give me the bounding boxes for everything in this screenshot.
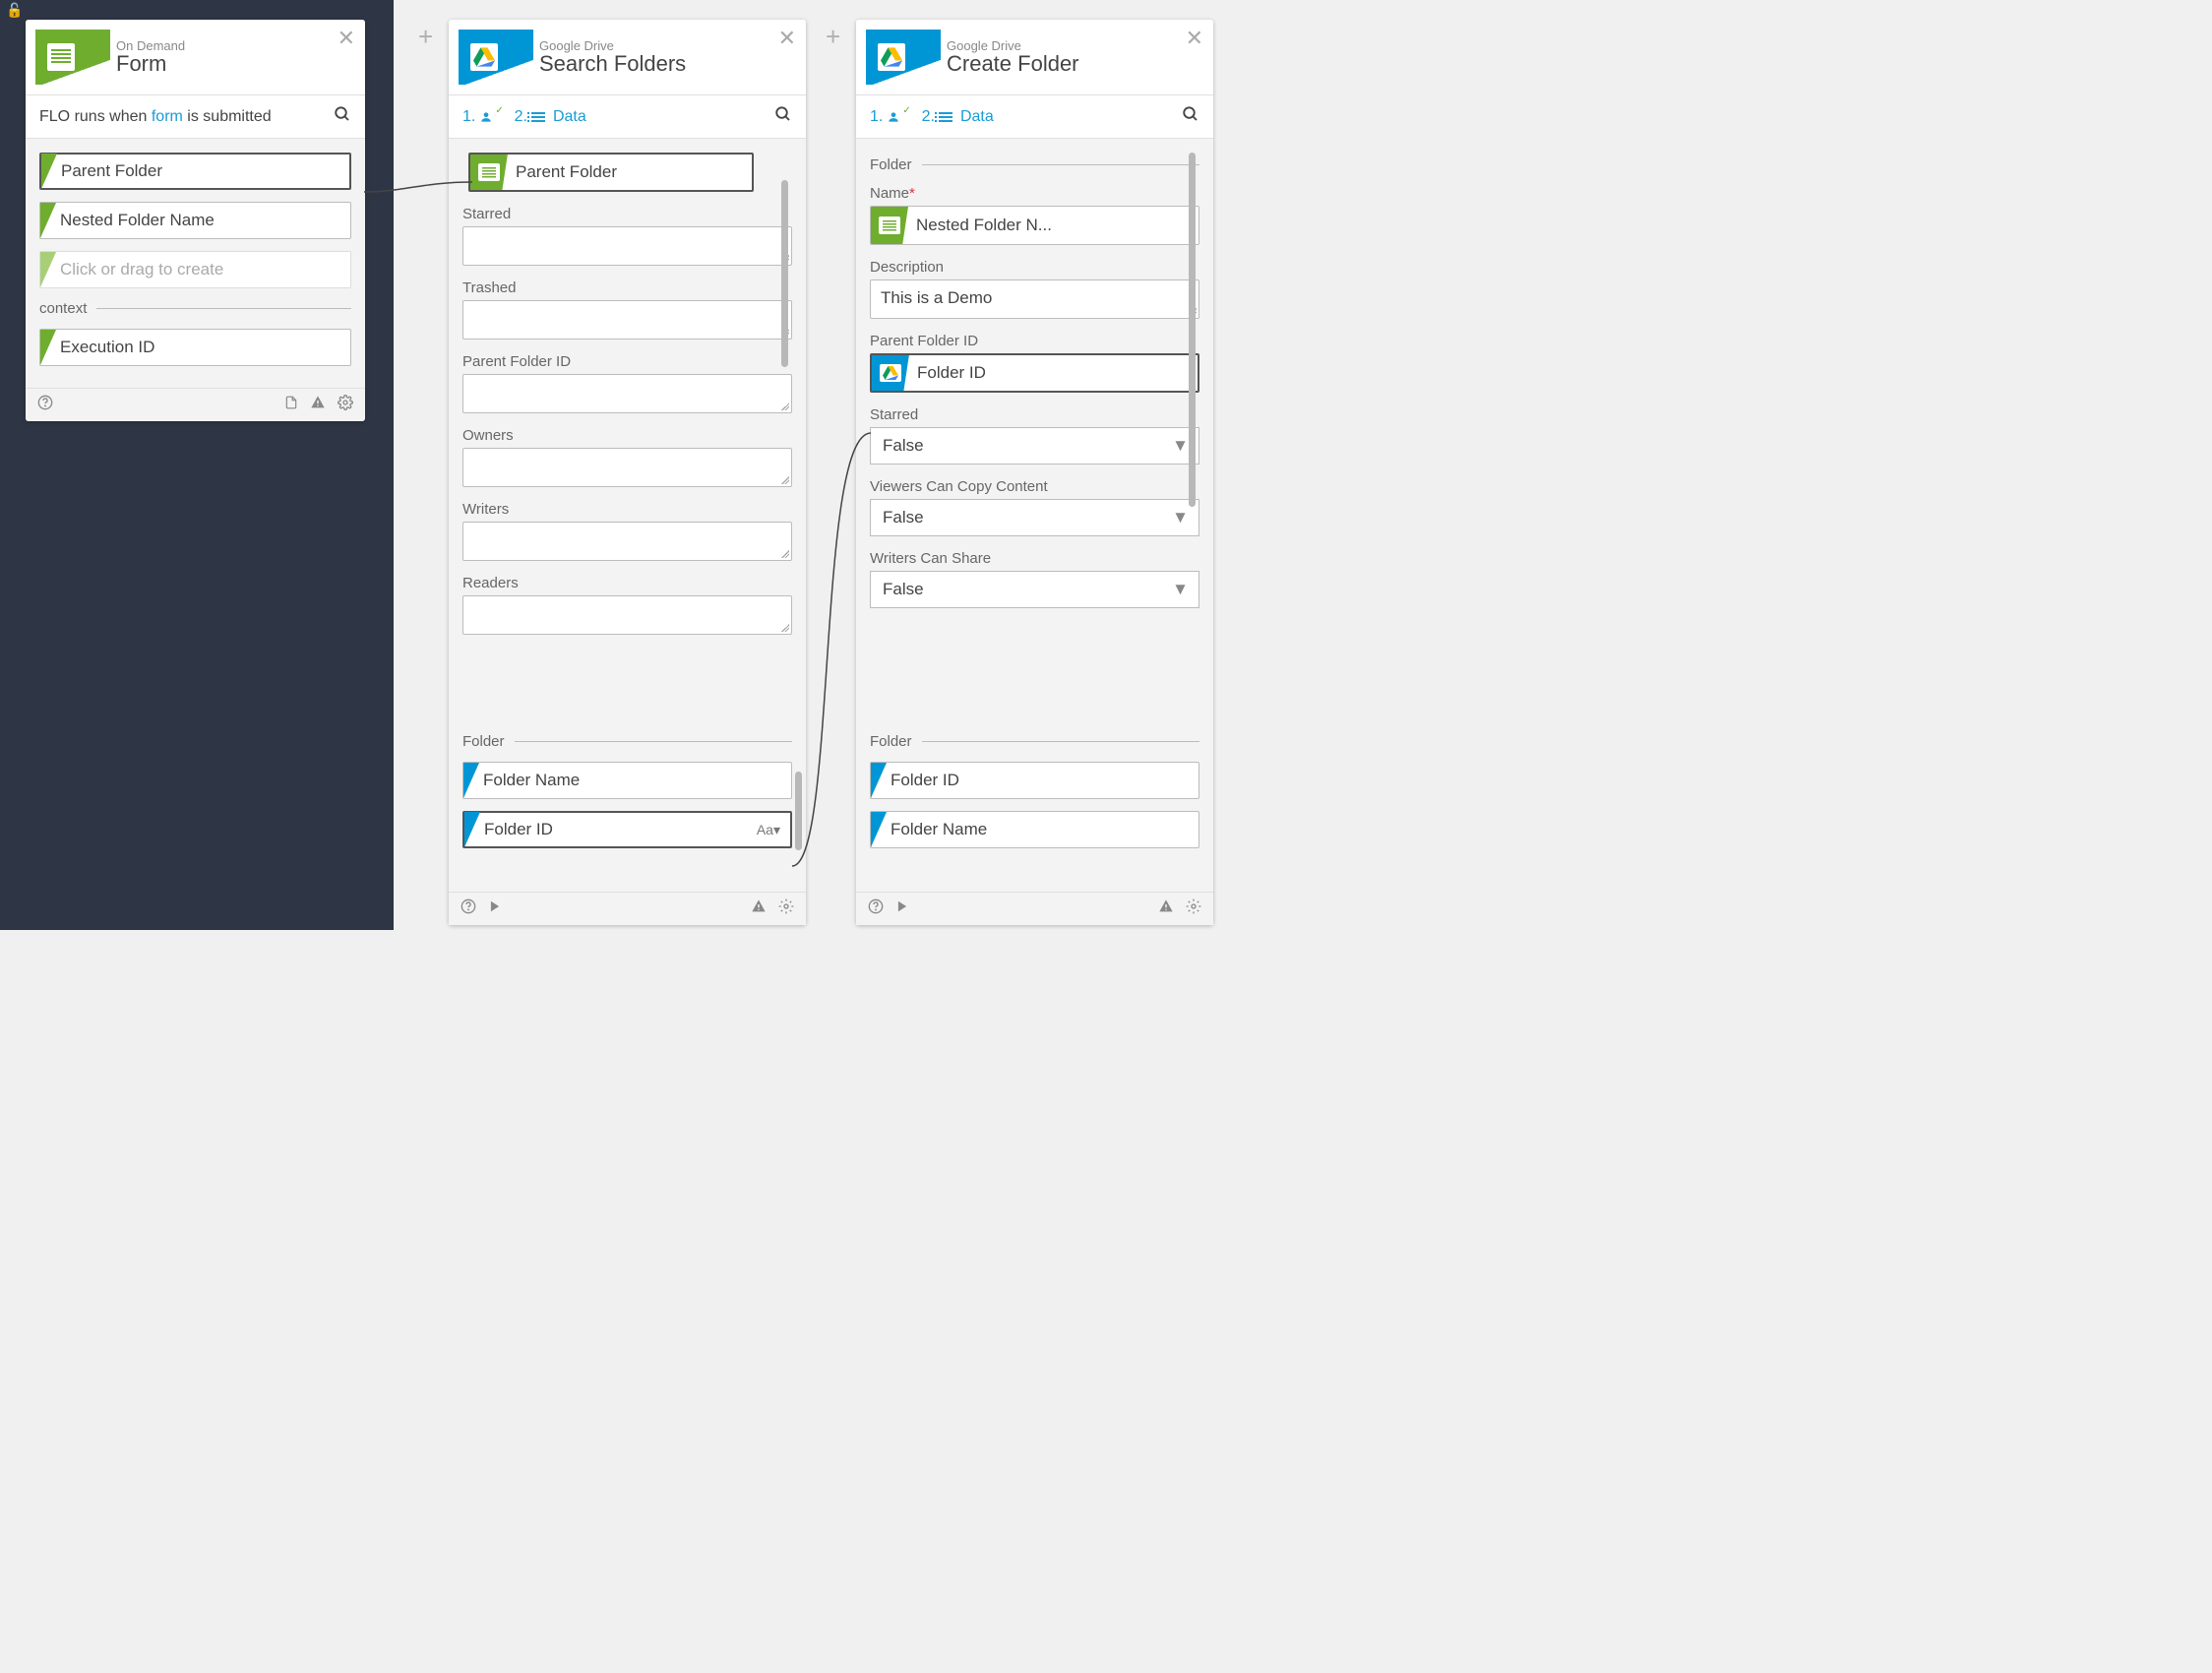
viewers-select[interactable]: False▼ <box>870 499 1199 536</box>
output-field[interactable]: Folder ID Aa▾ <box>462 811 792 848</box>
input-label: Name* <box>870 185 1199 202</box>
writers-input[interactable] <box>462 522 792 561</box>
tab-step-2[interactable]: 2. Data <box>515 108 586 126</box>
input-label: Writers <box>462 501 792 518</box>
gear-icon[interactable] <box>1186 898 1201 919</box>
field-label: Folder Name <box>887 820 987 839</box>
tabs-row: 1. ✓ 2. Data <box>856 95 1213 139</box>
input-label: Viewers Can Copy Content <box>870 478 1199 495</box>
scrollbar-thumb[interactable] <box>795 772 802 850</box>
add-card-button[interactable]: + <box>826 22 840 52</box>
tabs-row: 1. ✓ 2. Data <box>449 95 806 139</box>
input-label: Readers <box>462 575 792 591</box>
parent-folder-id-pill[interactable]: Folder ID <box>870 353 1199 393</box>
description-value: This is a Demo <box>871 280 1198 316</box>
field-label: Nested Folder Name <box>56 211 215 230</box>
close-icon[interactable]: ✕ <box>778 26 796 51</box>
drive-icon <box>866 30 941 85</box>
field-label: Folder Name <box>479 771 580 790</box>
card-header: Google Drive Create Folder ✕ <box>856 20 1213 95</box>
help-icon[interactable] <box>461 898 476 919</box>
add-card-button[interactable]: + <box>418 22 433 52</box>
play-icon[interactable] <box>488 899 502 918</box>
tab-step-2[interactable]: 2. Data <box>922 108 994 126</box>
input-label: Description <box>870 259 1199 276</box>
output-field[interactable]: Folder Name <box>462 762 792 799</box>
parent-folder-id-input[interactable] <box>462 374 792 413</box>
card-header: On Demand Form ✕ <box>26 20 365 95</box>
section-label: context <box>39 300 351 317</box>
field-label: Folder ID <box>887 771 959 790</box>
scrollbar-thumb[interactable] <box>1189 153 1196 507</box>
warning-icon[interactable] <box>310 395 326 415</box>
form-field-placeholder[interactable]: Click or drag to create <box>39 251 351 288</box>
search-icon[interactable] <box>334 105 351 128</box>
warning-icon[interactable] <box>751 898 767 919</box>
warning-icon[interactable] <box>1158 898 1174 919</box>
starred-select[interactable]: False▼ <box>870 427 1199 465</box>
field-label: Parent Folder <box>57 161 162 181</box>
input-label: Starred <box>870 406 1199 423</box>
field-label: Folder ID <box>480 820 553 839</box>
trigger-prefix: FLO runs when <box>39 108 147 126</box>
writers-select[interactable]: False▼ <box>870 571 1199 608</box>
input-label: Writers Can Share <box>870 550 1199 567</box>
tab-step-1[interactable]: 1. ✓ <box>462 108 506 126</box>
search-icon[interactable] <box>1182 105 1199 128</box>
document-icon[interactable] <box>284 395 298 415</box>
card-title: Form <box>116 51 351 77</box>
trigger-suffix: is submitted <box>187 108 271 126</box>
create-folder-card: Google Drive Create Folder ✕ 1. ✓ 2. Dat… <box>856 20 1213 925</box>
card-header: Google Drive Search Folders ✕ <box>449 20 806 95</box>
gear-icon[interactable] <box>338 395 353 415</box>
form-icon <box>35 30 110 85</box>
close-icon[interactable]: ✕ <box>338 26 355 51</box>
owners-input[interactable] <box>462 448 792 487</box>
type-indicator[interactable]: Aa▾ <box>757 822 780 838</box>
form-trigger-row: FLO runs when form is submitted <box>26 95 365 139</box>
pill-label: Nested Folder N... <box>908 216 1052 235</box>
pill-label: Folder ID <box>909 363 986 383</box>
section-label: Folder <box>870 156 1199 173</box>
field-label: Execution ID <box>56 338 154 357</box>
context-field[interactable]: Execution ID <box>39 329 351 366</box>
field-placeholder: Click or drag to create <box>56 260 223 279</box>
input-label: Starred <box>462 206 792 222</box>
output-field[interactable]: Folder Name <box>870 811 1199 848</box>
gear-icon[interactable] <box>778 898 794 919</box>
trigger-link[interactable]: form <box>152 108 183 126</box>
trashed-input[interactable] <box>462 300 792 340</box>
section-label: Folder <box>870 733 1199 750</box>
input-label: Owners <box>462 427 792 444</box>
form-field[interactable]: Parent Folder <box>39 153 351 190</box>
help-icon[interactable] <box>37 395 53 415</box>
input-label: Trashed <box>462 279 792 296</box>
close-icon[interactable]: ✕ <box>1186 26 1203 51</box>
starred-input[interactable] <box>462 226 792 266</box>
name-pill[interactable]: Nested Folder N... <box>870 206 1199 245</box>
card-title: Search Folders <box>539 51 792 77</box>
pill-label: Parent Folder <box>508 162 617 182</box>
form-card: On Demand Form ✕ FLO runs when form is s… <box>26 20 365 421</box>
input-label: Parent Folder ID <box>462 353 792 370</box>
search-folders-card: Google Drive Search Folders ✕ 1. ✓ 2. Da… <box>449 20 806 925</box>
readers-input[interactable] <box>462 595 792 635</box>
query-pill[interactable]: Parent Folder <box>468 153 754 192</box>
card-title: Create Folder <box>947 51 1199 77</box>
description-input[interactable]: This is a Demo <box>870 279 1199 319</box>
drive-icon <box>459 30 533 85</box>
lock-icon: 🔓 <box>6 2 23 19</box>
input-label: Parent Folder ID <box>870 333 1199 349</box>
form-field[interactable]: Nested Folder Name <box>39 202 351 239</box>
tab-step-1[interactable]: 1. ✓ <box>870 108 913 126</box>
section-label: Folder <box>462 733 792 750</box>
play-icon[interactable] <box>895 899 909 918</box>
help-icon[interactable] <box>868 898 884 919</box>
scrollbar-thumb[interactable] <box>781 180 788 367</box>
search-icon[interactable] <box>774 105 792 128</box>
output-field[interactable]: Folder ID <box>870 762 1199 799</box>
